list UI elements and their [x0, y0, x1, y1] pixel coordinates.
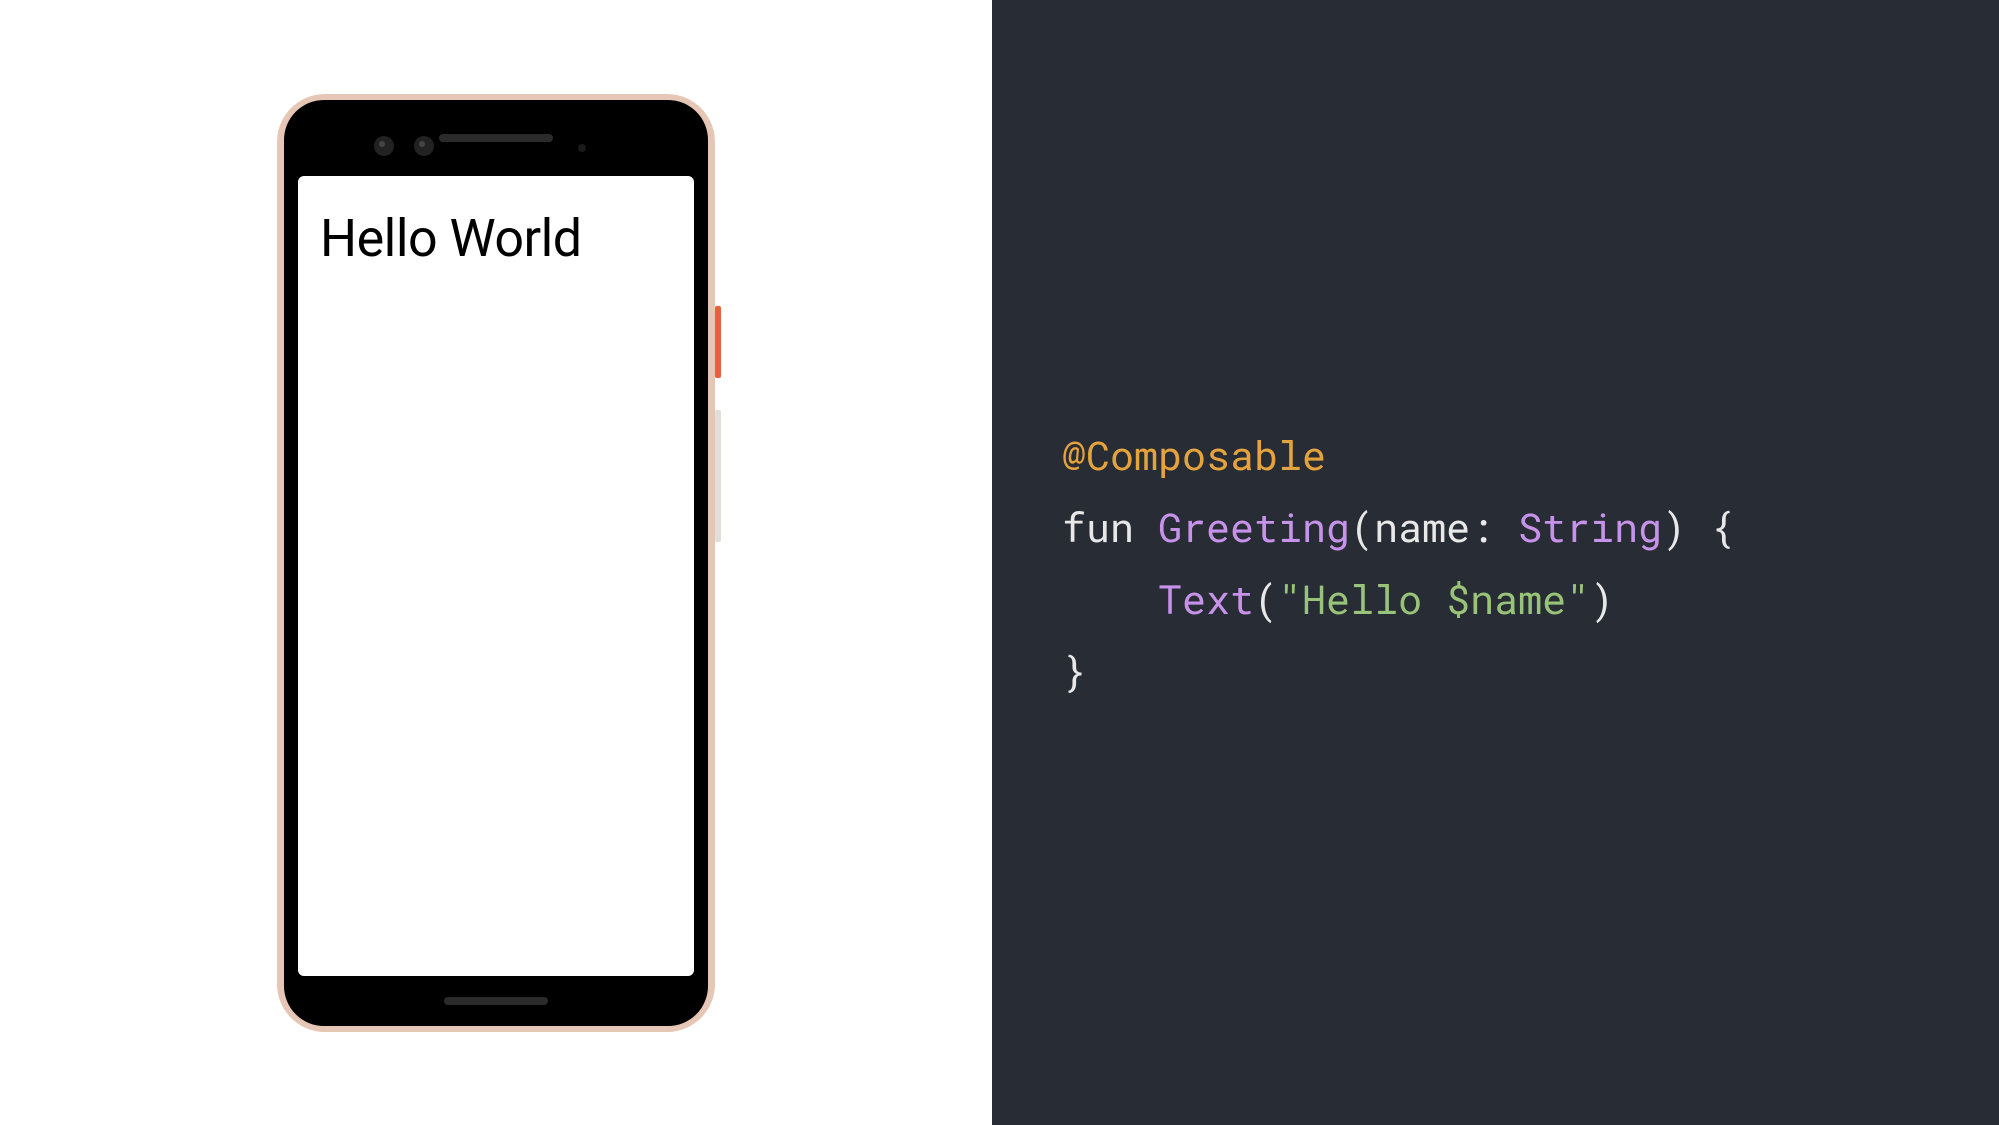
preview-pane: Hello World — [0, 0, 992, 1125]
code-colon: : — [1470, 500, 1494, 553]
code-call-name: Text — [1158, 572, 1254, 625]
code-brace-close: } — [1062, 644, 1086, 697]
code-param-type: String — [1518, 500, 1662, 553]
code-brace-open: { — [1710, 500, 1734, 553]
phone-mockup: Hello World — [277, 94, 715, 1032]
code-keyword-fun: fun — [1062, 500, 1134, 553]
code-block: @Composable fun Greeting(name: String) {… — [1062, 419, 1734, 707]
phone-screen: Hello World — [298, 176, 694, 976]
volume-button-icon — [715, 410, 721, 542]
earpiece-icon — [439, 134, 553, 142]
code-pane: @Composable fun Greeting(name: String) {… — [992, 0, 1999, 1125]
sensor-icon — [414, 136, 434, 156]
code-string-literal: "Hello $name" — [1278, 572, 1590, 625]
bezel-top — [284, 100, 708, 176]
code-param-name: name — [1374, 500, 1470, 553]
code-paren-open: ( — [1350, 500, 1374, 553]
power-button-icon — [715, 306, 721, 378]
camera-icon — [374, 136, 394, 156]
speaker-icon — [444, 997, 548, 1005]
bezel-bottom — [284, 976, 708, 1026]
proximity-icon — [578, 144, 586, 152]
phone-bezel: Hello World — [284, 100, 708, 1026]
code-call-open: ( — [1254, 572, 1278, 625]
code-paren-close: ) — [1662, 500, 1686, 553]
code-annotation: @Composable — [1062, 428, 1326, 481]
greeting-text: Hello World — [320, 208, 672, 269]
code-indent — [1062, 572, 1158, 625]
code-call-close: ) — [1590, 572, 1614, 625]
phone-chassis: Hello World — [277, 94, 715, 1032]
code-function-name: Greeting — [1158, 500, 1350, 553]
